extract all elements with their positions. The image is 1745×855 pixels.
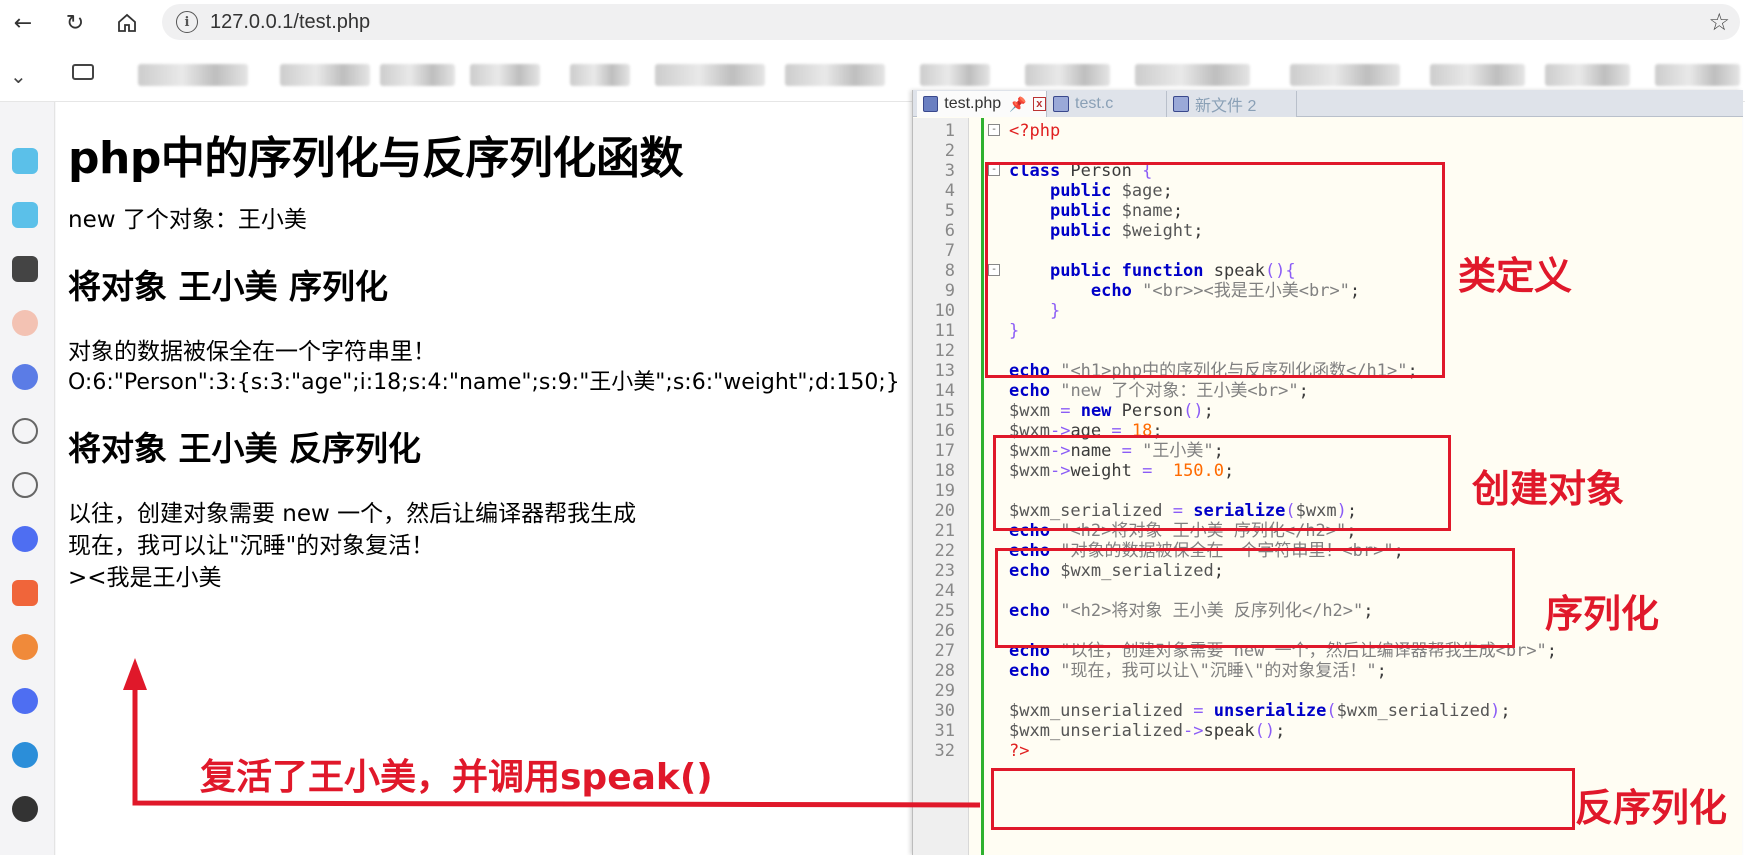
red-arrow xyxy=(123,658,981,808)
screen: ← ↻ i 127.0.0.1/test.php ☆ ⌄ php中的序列化与反序… xyxy=(0,0,1745,855)
